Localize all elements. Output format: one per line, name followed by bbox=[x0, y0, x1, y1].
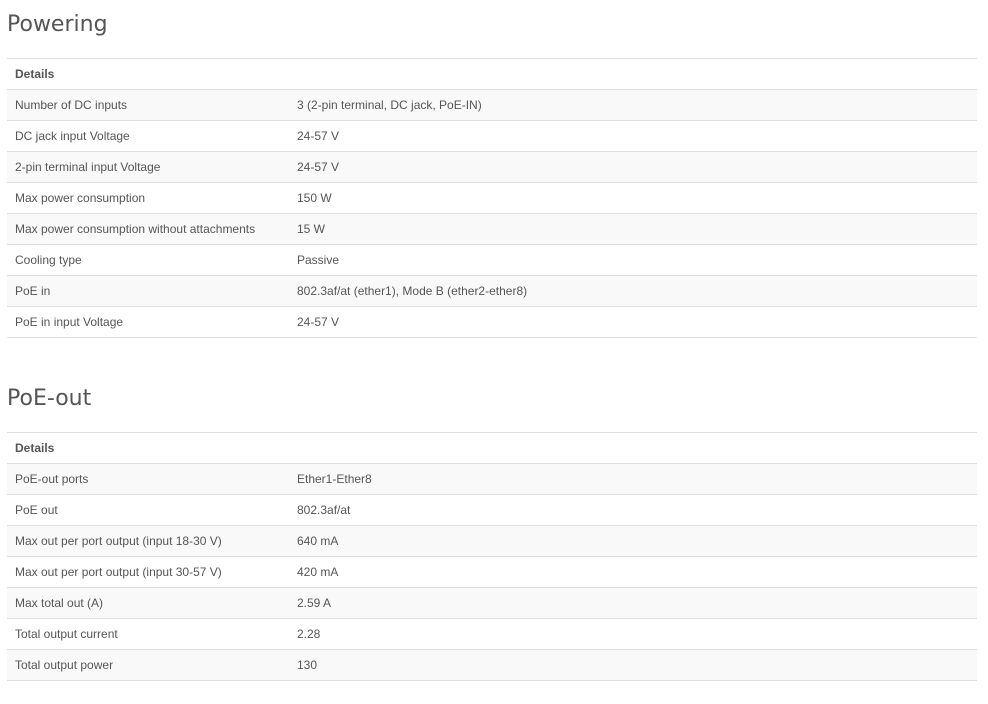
row-value: 24-57 V bbox=[289, 120, 977, 152]
table-row: 2-pin terminal input Voltage 24-57 V bbox=[7, 151, 977, 183]
row-label: DC jack input Voltage bbox=[7, 120, 289, 152]
table-row: Max power consumption 150 W bbox=[7, 182, 977, 214]
table-row: Max total out (A) 2.59 A bbox=[7, 587, 977, 619]
powering-section: Powering Details Number of DC inputs 3 (… bbox=[7, 0, 977, 338]
table-row: Cooling type Passive bbox=[7, 244, 977, 276]
row-value: Ether1-Ether8 bbox=[289, 463, 977, 495]
table-row: PoE in input Voltage 24-57 V bbox=[7, 306, 977, 338]
row-value: 640 mA bbox=[289, 525, 977, 557]
row-value: 150 W bbox=[289, 182, 977, 214]
table-row: PoE out 802.3af/at bbox=[7, 494, 977, 526]
row-label: Max power consumption bbox=[7, 182, 289, 214]
row-label: Max total out (A) bbox=[7, 587, 289, 619]
table-row: DC jack input Voltage 24-57 V bbox=[7, 120, 977, 152]
row-value: 24-57 V bbox=[289, 306, 977, 338]
row-label: Cooling type bbox=[7, 244, 289, 276]
row-value: 2.28 bbox=[289, 618, 977, 650]
row-label: Max out per port output (input 18-30 V) bbox=[7, 525, 289, 557]
row-value: 420 mA bbox=[289, 556, 977, 588]
row-value: 3 (2-pin terminal, DC jack, PoE-IN) bbox=[289, 89, 977, 121]
row-label: PoE in input Voltage bbox=[7, 306, 289, 338]
table-header-row: Details bbox=[7, 58, 977, 90]
table-row: Max out per port output (input 18-30 V) … bbox=[7, 525, 977, 557]
row-label: Total output current bbox=[7, 618, 289, 650]
row-value: 2.59 A bbox=[289, 587, 977, 619]
row-value: 130 bbox=[289, 649, 977, 681]
table-row: Max power consumption without attachment… bbox=[7, 213, 977, 245]
section-title: Powering bbox=[7, 12, 108, 37]
row-label: PoE in bbox=[7, 275, 289, 307]
row-label: Max power consumption without attachment… bbox=[7, 213, 289, 245]
table-header: Details bbox=[7, 58, 977, 90]
table-row: Number of DC inputs 3 (2-pin terminal, D… bbox=[7, 89, 977, 121]
table-row: Total output current 2.28 bbox=[7, 618, 977, 650]
section-title: PoE-out bbox=[7, 386, 92, 411]
row-value: 24-57 V bbox=[289, 151, 977, 183]
powering-table: Details Number of DC inputs 3 (2-pin ter… bbox=[7, 58, 977, 338]
row-value: 802.3af/at bbox=[289, 494, 977, 526]
row-value: 802.3af/at (ether1), Mode B (ether2-ethe… bbox=[289, 275, 977, 307]
table-header-row: Details bbox=[7, 432, 977, 464]
row-label: PoE out bbox=[7, 494, 289, 526]
poe-out-section: PoE-out Details PoE-out ports Ether1-Eth… bbox=[7, 374, 977, 681]
row-label: Number of DC inputs bbox=[7, 89, 289, 121]
table-row: PoE in 802.3af/at (ether1), Mode B (ethe… bbox=[7, 275, 977, 307]
row-label: Max out per port output (input 30-57 V) bbox=[7, 556, 289, 588]
table-row: PoE-out ports Ether1-Ether8 bbox=[7, 463, 977, 495]
row-label: PoE-out ports bbox=[7, 463, 289, 495]
table-header: Details bbox=[7, 432, 977, 464]
row-value: Passive bbox=[289, 244, 977, 276]
table-row: Max out per port output (input 30-57 V) … bbox=[7, 556, 977, 588]
row-value: 15 W bbox=[289, 213, 977, 245]
row-label: 2-pin terminal input Voltage bbox=[7, 151, 289, 183]
poe-out-table: Details PoE-out ports Ether1-Ether8 PoE … bbox=[7, 432, 977, 681]
row-label: Total output power bbox=[7, 649, 289, 681]
table-row: Total output power 130 bbox=[7, 649, 977, 681]
